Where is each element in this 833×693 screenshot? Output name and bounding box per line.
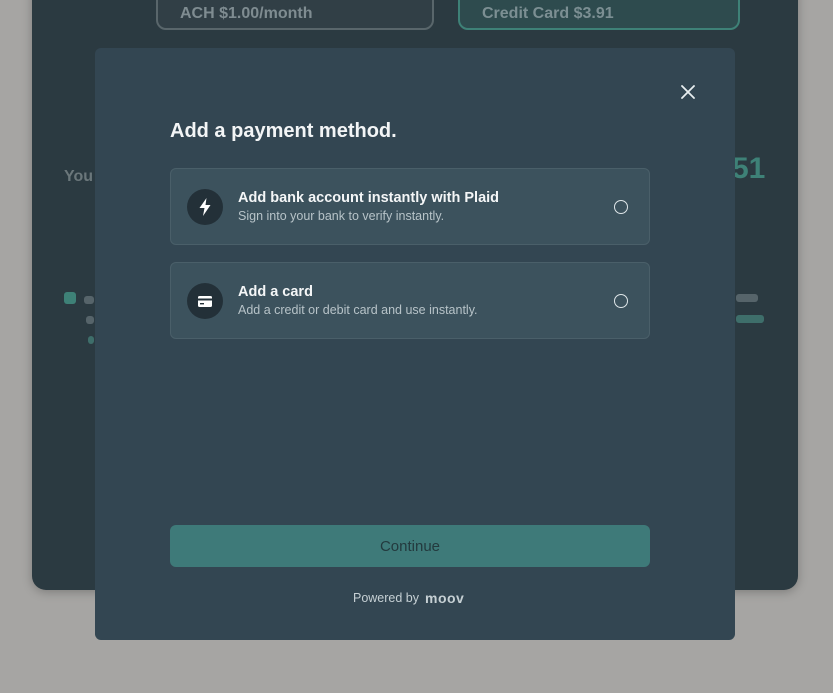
option-radio[interactable] bbox=[614, 200, 628, 214]
svg-text:moov: moov bbox=[425, 591, 464, 605]
background-line bbox=[84, 296, 94, 304]
plan-label: Credit Card $3.91 bbox=[482, 5, 614, 22]
payment-method-modal: Add a payment method. Add bank account i… bbox=[95, 48, 735, 640]
option-plaid-bank-account[interactable]: Add bank account instantly with Plaid Si… bbox=[170, 168, 650, 245]
option-subtitle: Add a credit or debit card and use insta… bbox=[238, 303, 478, 317]
plan-tile-ach: ACH $1.00/month bbox=[156, 0, 434, 30]
credit-card-icon bbox=[187, 283, 223, 319]
option-subtitle: Sign into your bank to verify instantly. bbox=[238, 209, 445, 223]
background-line bbox=[88, 336, 94, 344]
background-line bbox=[736, 294, 758, 302]
background-checkbox bbox=[64, 292, 76, 304]
modal-title: Add a payment method. bbox=[170, 120, 397, 142]
background-text: You bbox=[64, 168, 94, 185]
plan-label: ACH $1.00/month bbox=[180, 5, 313, 22]
close-button[interactable] bbox=[677, 81, 699, 103]
option-title: Add bank account instantly with Plaid bbox=[238, 190, 500, 206]
moov-logo: moov bbox=[425, 591, 464, 605]
continue-button[interactable]: Continue bbox=[170, 525, 650, 567]
option-radio[interactable] bbox=[614, 294, 628, 308]
lightning-icon bbox=[187, 189, 223, 225]
option-title: Add a card bbox=[238, 284, 313, 300]
powered-by: Powered by moov bbox=[95, 591, 735, 605]
powered-by-label: Powered by bbox=[352, 591, 419, 605]
background-amount: 51 bbox=[732, 152, 766, 185]
option-add-card[interactable]: Add a card Add a credit or debit card an… bbox=[170, 262, 650, 339]
background-line bbox=[736, 315, 764, 323]
close-icon bbox=[681, 85, 695, 99]
plan-tile-credit-card: Credit Card $3.91 bbox=[458, 0, 740, 30]
background-line bbox=[86, 316, 94, 324]
